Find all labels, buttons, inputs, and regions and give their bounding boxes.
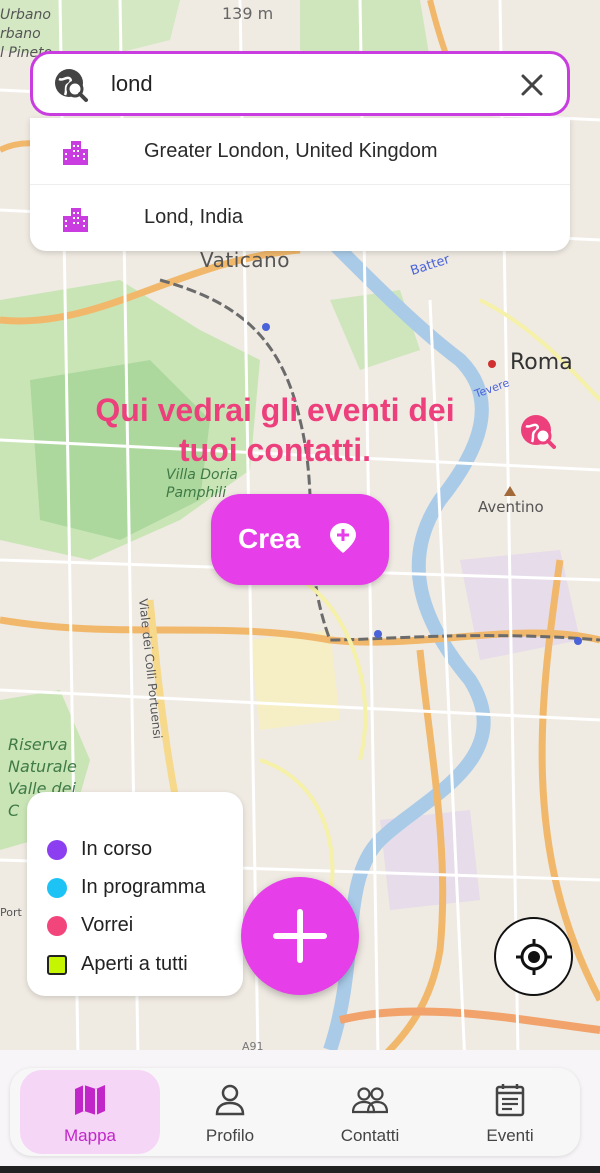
legend-item-in-programma: In programma: [47, 876, 206, 899]
map-icon: [75, 1085, 105, 1115]
close-icon[interactable]: [519, 72, 545, 98]
crosshair-icon: [516, 939, 552, 975]
empty-events-message: Qui vedrai gli eventi dei tuoi contatti.: [40, 390, 510, 470]
nav-label: Mappa: [64, 1126, 116, 1145]
legend-item-in-corso: In corso: [47, 838, 152, 861]
empty-message-line-1: Qui vedrai gli eventi dei: [95, 392, 455, 428]
legend-dot-purple: [47, 839, 67, 860]
suggestion-label: Greater London, United Kingdom: [144, 139, 438, 162]
create-button-label: Crea: [238, 523, 301, 554]
legend-dot-pink: [47, 915, 67, 936]
my-location-button[interactable]: [494, 917, 573, 996]
map-label-porto: Port: [0, 906, 22, 919]
nav-item-contatti[interactable]: Contatti: [300, 1070, 440, 1154]
legend-label: Aperti a tutti: [81, 953, 188, 975]
nav-label: Profilo: [205, 1126, 255, 1145]
legend-label: In programma: [81, 876, 206, 898]
suggestion-label: Lond, India: [144, 206, 243, 228]
person-icon: [215, 1084, 245, 1116]
search-suggestions: Greater London, United Kingdom Lond, Ind…: [30, 118, 570, 251]
add-button[interactable]: [241, 877, 359, 995]
suggestion-item[interactable]: Greater London, United Kingdom: [30, 118, 570, 184]
suggestion-item[interactable]: Lond, India: [30, 184, 570, 250]
legend-square-lime: [47, 954, 67, 975]
nav-item-eventi[interactable]: Eventi: [440, 1070, 580, 1154]
people-icon: [352, 1087, 388, 1114]
globe-search-icon: [55, 69, 88, 102]
empty-message-line-2: tuoi contatti.: [179, 432, 371, 468]
legend-item-vorrei: Vorrei: [47, 914, 133, 937]
nav-item-mappa[interactable]: Mappa: [20, 1070, 160, 1154]
bottom-navigation: Mappa Profilo Contatti Eventi: [10, 1068, 580, 1156]
legend-label: Vorrei: [81, 914, 134, 936]
map-label-aventino: Aventino: [478, 498, 544, 516]
nav-label: Eventi: [486, 1126, 534, 1145]
legend-label: In corso: [81, 838, 153, 860]
city-icon: [63, 141, 88, 165]
map-label-elevation: 139 m: [222, 4, 274, 23]
nav-item-profilo[interactable]: Profilo: [160, 1070, 300, 1154]
map-label-roma: Roma: [510, 350, 573, 375]
legend-dot-cyan: [47, 877, 67, 898]
legend-item-aperti-a-tutti: Aperti a tutti: [47, 953, 188, 976]
home-indicator-bar: [0, 1166, 600, 1173]
search-location-marker-icon[interactable]: [518, 412, 558, 452]
map-label-vaticano: Vaticano: [200, 248, 290, 272]
search-bar[interactable]: [30, 51, 570, 116]
calendar-icon: [495, 1084, 525, 1117]
search-input[interactable]: [111, 64, 491, 104]
nav-label: Contatti: [340, 1126, 400, 1145]
plus-icon: [273, 909, 327, 963]
add-location-icon: [330, 523, 356, 553]
city-icon: [63, 208, 88, 232]
create-event-button[interactable]: Crea: [211, 494, 389, 585]
map-legend: In corso In programma Vorrei Aperti a tu…: [27, 792, 243, 996]
